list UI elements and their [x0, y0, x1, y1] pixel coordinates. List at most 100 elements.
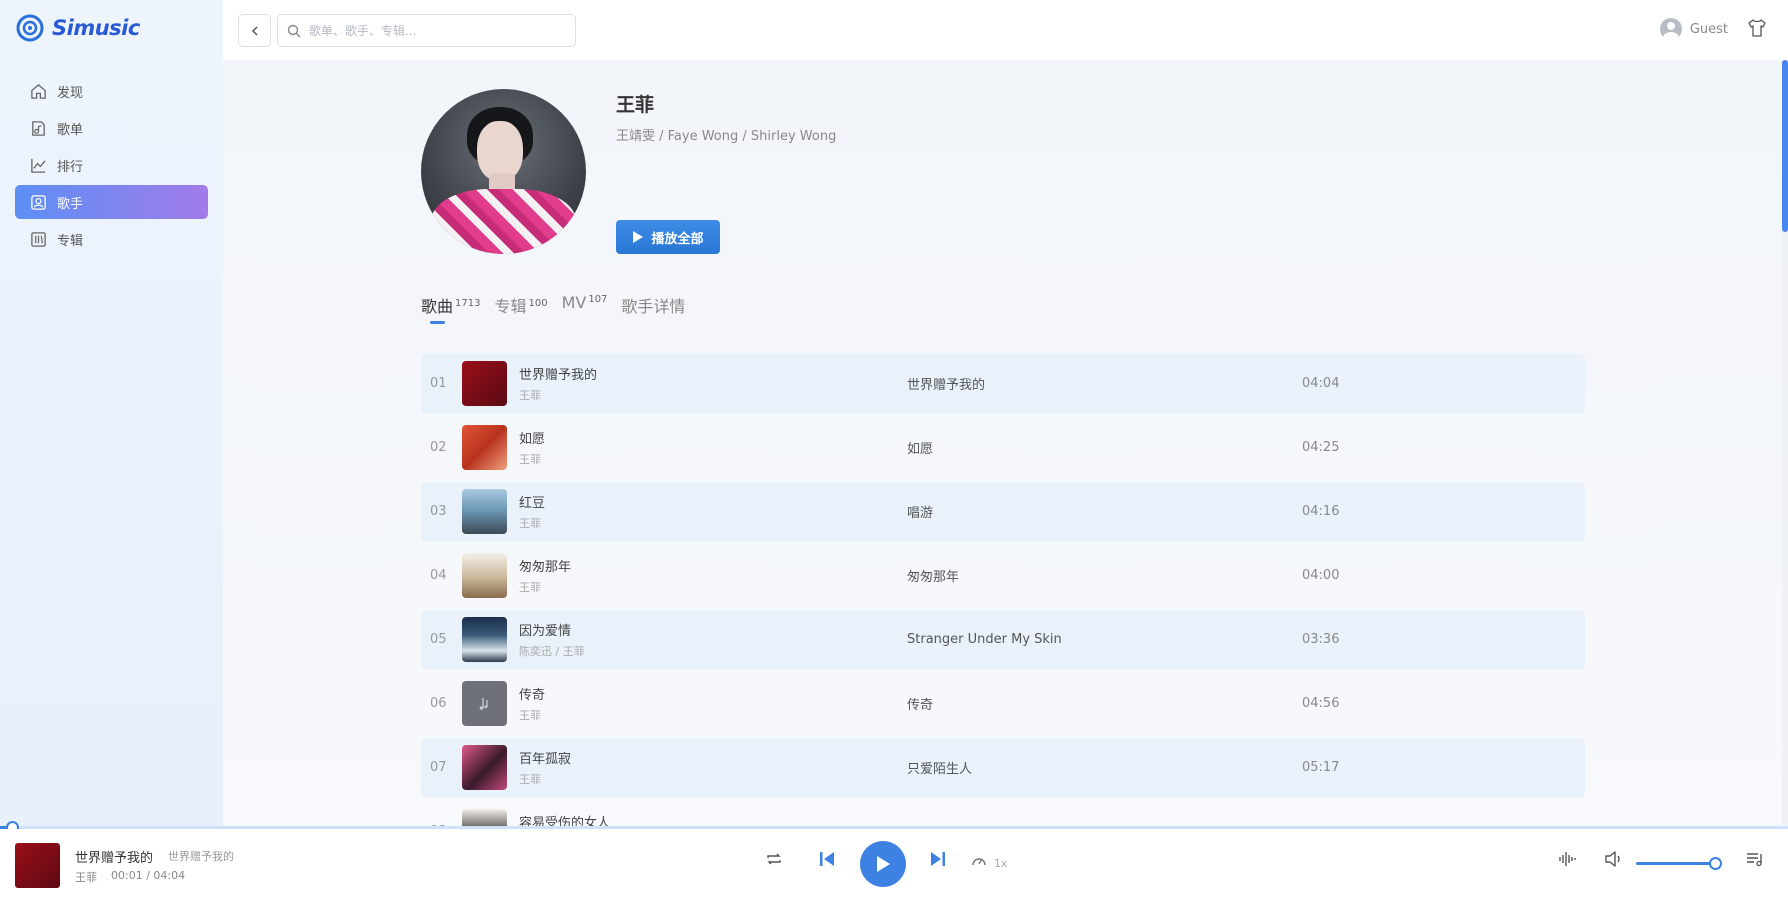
- sidebar-item-albums[interactable]: 专辑: [15, 222, 208, 256]
- home-icon: [31, 83, 46, 99]
- play-pause-button[interactable]: [860, 841, 906, 887]
- song-number: 05: [430, 632, 447, 647]
- music-note-icon: [479, 697, 488, 710]
- artist-name: 王菲: [616, 94, 655, 116]
- queue-icon: [1747, 853, 1762, 867]
- now-playing-time: 00:01 / 04:04: [111, 869, 186, 882]
- tab-artist-details[interactable]: 歌手详情: [621, 293, 685, 317]
- previous-button[interactable]: [817, 849, 837, 873]
- song-cover: [462, 489, 507, 534]
- song-cover: [462, 617, 507, 662]
- volume-button[interactable]: [1604, 850, 1624, 872]
- sidebar-item-discover[interactable]: 发现: [15, 74, 208, 108]
- song-row[interactable]: 04 匆匆那年 王菲 匆匆那年 04:00: [421, 546, 1585, 605]
- song-title: 百年孤寂: [519, 752, 572, 767]
- song-artist[interactable]: 王菲: [519, 451, 907, 467]
- avatar: [1659, 18, 1682, 40]
- now-playing-artist[interactable]: 王菲: [75, 869, 97, 885]
- song-artist[interactable]: 陈奕迅 / 王菲: [519, 643, 907, 659]
- playlist-queue-button[interactable]: [1746, 851, 1764, 871]
- sound-effect-button[interactable]: [1558, 850, 1576, 872]
- player-bar: 世界赠予我的 世界赠予我的 王菲 00:01 / 04:04 1x: [0, 829, 1788, 898]
- photo-shirt: [431, 189, 576, 254]
- app-name: Simusic: [52, 16, 140, 40]
- sidebar-item-label: 专辑: [57, 233, 84, 249]
- song-info: 红豆 王菲: [519, 492, 907, 531]
- song-artist[interactable]: 王菲: [519, 771, 907, 787]
- song-cover: [462, 425, 507, 470]
- logo-icon: [16, 14, 44, 42]
- scrollbar[interactable]: [1782, 60, 1788, 826]
- song-artist[interactable]: 王菲: [519, 515, 907, 531]
- volume-slider[interactable]: [1636, 862, 1715, 865]
- tab-label: 歌手详情: [621, 297, 686, 316]
- waveform-icon: [1559, 852, 1576, 866]
- top-header: Guest: [223, 0, 1788, 60]
- user-menu[interactable]: Guest: [1659, 18, 1728, 40]
- song-album[interactable]: 如愿: [907, 438, 1302, 457]
- song-title: 因为爱情: [519, 624, 572, 639]
- song-number: 01: [430, 376, 447, 391]
- song-row[interactable]: 01 世界赠予我的 王菲 世界赠予我的 04:04: [421, 354, 1585, 413]
- song-album[interactable]: 世界赠予我的: [907, 374, 1302, 393]
- play-all-button[interactable]: 播放全部: [616, 220, 720, 254]
- tab-mv[interactable]: MV 107: [562, 293, 608, 312]
- chart-icon: [31, 158, 46, 173]
- playlist-icon: [32, 120, 45, 136]
- song-title: 容易受伤的女人: [519, 816, 611, 826]
- song-row[interactable]: 07 百年孤寂 王菲 只爱陌生人 05:17: [421, 738, 1585, 797]
- artist-alias: 王靖雯 / Faye Wong / Shirley Wong: [616, 129, 837, 144]
- song-row[interactable]: 03 红豆 王菲 唱游 04:16: [421, 482, 1585, 541]
- song-row[interactable]: 02 如愿 王菲 如愿 04:25: [421, 418, 1585, 477]
- skip-forward-icon: [931, 852, 945, 866]
- song-row[interactable]: 05 因为爱情 陈奕迅 / 王菲 Stranger Under My Skin …: [421, 610, 1585, 669]
- song-album[interactable]: Stranger Under My Skin: [907, 632, 1302, 647]
- song-cover: [462, 553, 507, 598]
- sidebar-item-artists[interactable]: 歌手: [15, 185, 208, 219]
- speed-button[interactable]: [971, 852, 987, 871]
- search-input[interactable]: [307, 22, 551, 39]
- now-playing-title[interactable]: 世界赠予我的: [75, 847, 153, 866]
- song-cover: [462, 745, 507, 790]
- repeat-button[interactable]: [765, 850, 783, 872]
- song-artist[interactable]: 王菲: [519, 387, 907, 403]
- song-duration: 04:00: [1302, 568, 1340, 583]
- search-box[interactable]: [277, 14, 576, 47]
- sidebar-item-charts[interactable]: 排行: [15, 148, 208, 182]
- sidebar: Simusic 发现 歌单 排行 歌手 专辑: [0, 0, 223, 826]
- search-icon: [287, 24, 301, 37]
- next-button[interactable]: [928, 849, 948, 873]
- sidebar-nav: 发现 歌单 排行 歌手 专辑: [15, 74, 208, 259]
- shirt-icon: [1748, 19, 1766, 37]
- speed-label[interactable]: 1x: [994, 857, 1008, 870]
- play-icon: [877, 856, 890, 872]
- song-album[interactable]: 匆匆那年: [907, 566, 1302, 585]
- volume-handle[interactable]: [1709, 857, 1722, 870]
- song-title: 世界赠予我的: [519, 368, 598, 383]
- app-logo[interactable]: Simusic: [16, 14, 140, 42]
- song-album[interactable]: 传奇: [907, 694, 1302, 713]
- main-content: 王菲 王靖雯 / Faye Wong / Shirley Wong 播放全部 歌…: [223, 60, 1788, 826]
- back-button[interactable]: [238, 14, 271, 47]
- song-title: 传奇: [519, 688, 546, 703]
- sidebar-item-playlists[interactable]: 歌单: [15, 111, 208, 145]
- song-album[interactable]: 唱游: [907, 502, 1302, 521]
- tab-albums[interactable]: 专辑 100: [494, 293, 547, 317]
- now-playing-album[interactable]: 世界赠予我的: [168, 848, 234, 864]
- volume-icon: [1605, 851, 1620, 867]
- artist-photo: [421, 89, 586, 254]
- song-artist[interactable]: 王菲: [519, 579, 907, 595]
- song-artist[interactable]: 王菲: [519, 707, 907, 723]
- song-cover: [462, 809, 507, 826]
- artist-icon: [31, 194, 46, 210]
- now-playing-cover[interactable]: [15, 843, 60, 888]
- tab-count: 107: [588, 293, 608, 305]
- tab-songs[interactable]: 歌曲 1713: [421, 293, 480, 324]
- theme-button[interactable]: [1746, 17, 1768, 43]
- repeat-icon: [767, 853, 781, 865]
- play-all-label: 播放全部: [651, 231, 704, 247]
- scrollbar-thumb[interactable]: [1782, 60, 1788, 232]
- song-row[interactable]: 08 容易受伤的女人 王菲: [421, 802, 1585, 826]
- song-row[interactable]: 06 传奇 王菲 传奇 04:56: [421, 674, 1585, 733]
- song-album[interactable]: 只爱陌生人: [907, 758, 1302, 777]
